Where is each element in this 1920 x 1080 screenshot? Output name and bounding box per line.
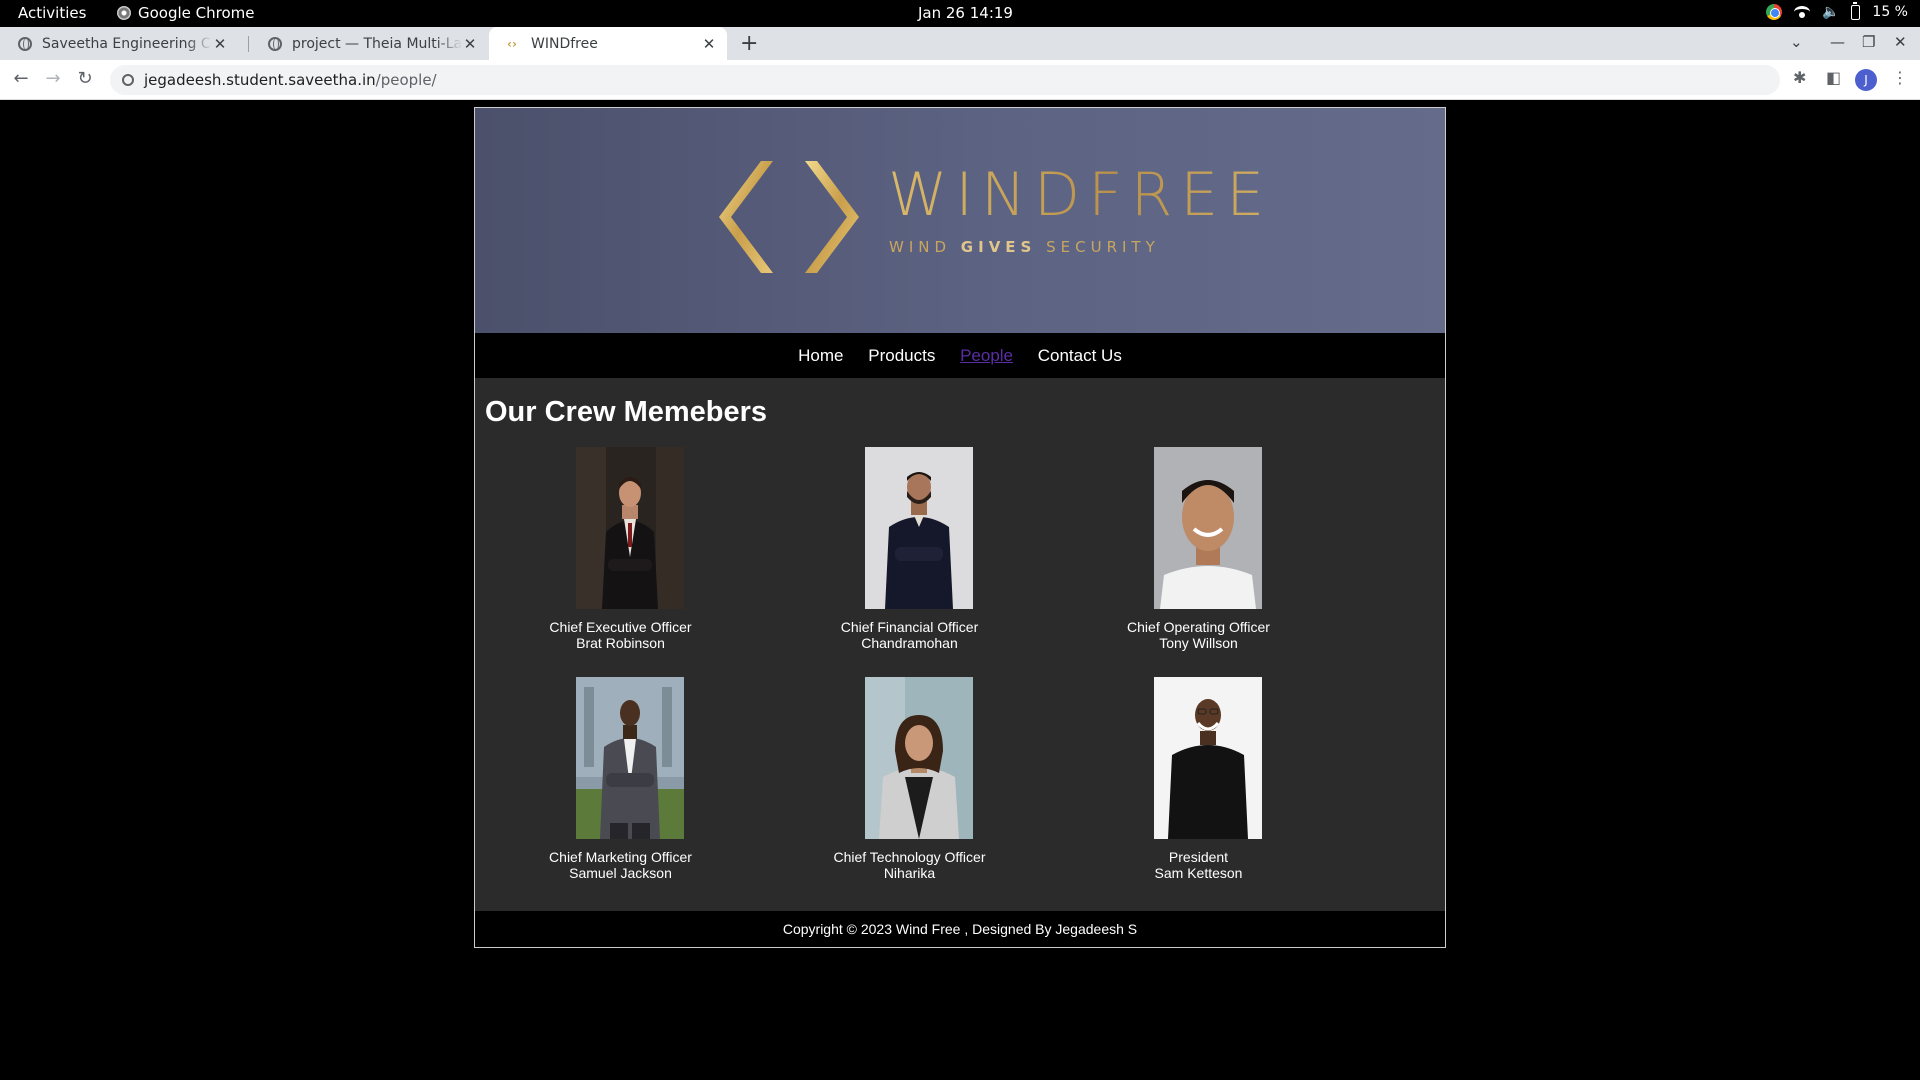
member-role: Chief Technology Officer [833,849,986,865]
battery-percent: 15 % [1872,4,1908,20]
page-title: Our Crew Memebers [485,396,768,428]
close-icon[interactable]: ✕ [701,35,717,53]
url-path: /people/ [375,71,437,89]
tab-title: WINDfree [531,35,598,52]
app-menu[interactable]: Google Chrome [117,4,255,22]
member-name: Chandramohan [861,635,958,651]
nav-home[interactable]: Home [798,346,843,365]
people-section: Our Crew Memebers Chief Executive Office… [475,378,1445,898]
globe-icon [268,36,282,51]
site-banner: WINDFREE WIND GIVES SECURITY [475,108,1445,333]
minimize-icon[interactable]: — [1830,33,1845,51]
member-name: Niharika [883,865,936,881]
member-name: Sam Ketteson [1154,865,1243,881]
activities-button[interactable]: Activities [18,4,86,22]
member-photo [864,677,973,839]
tab-search-icon[interactable]: ⌄ [1790,33,1803,51]
new-tab-icon[interactable]: + [740,31,758,56]
nav-people[interactable]: People [960,346,1013,365]
crew-card: President Sam Ketteson [1063,677,1352,881]
member-photo [1153,677,1262,839]
member-name: Tony Willson [1159,635,1238,651]
profile-avatar[interactable]: J [1855,69,1877,91]
crew-card: Chief Financial Officer Chandramohan [774,447,1063,651]
close-icon[interactable]: ✕ [462,35,478,53]
globe-icon [18,36,32,51]
volume-icon: 🔈 [1821,4,1840,20]
crew-grid: Chief Executive Officer Brat Robinson Ch… [485,447,1435,881]
member-photo [575,677,684,839]
member-role: Chief Financial Officer [840,619,979,635]
member-role: Chief Operating Officer [1127,619,1270,635]
member-name: Brat Robinson [576,635,665,651]
address-bar[interactable]: jegadeesh.student.saveetha.in/people/ [110,65,1780,95]
extensions-icon[interactable]: ✱ [1793,68,1806,87]
page-viewport: WINDFREE WIND GIVES SECURITY Home Produc… [0,100,1920,1080]
clock[interactable]: Jan 26 14:19 [918,4,1013,22]
member-role: Chief Marketing Officer [549,849,692,865]
tab-windfree[interactable]: ‹› WINDfree ✕ [489,27,727,60]
windfree-logo-mark [719,161,859,273]
system-tray[interactable]: 🔈 15 % [1765,1,1908,20]
member-role: Chief Executive Officer [549,619,692,635]
site-footer: Copyright © 2023 Wind Free , Designed By… [475,911,1445,947]
site-container: WINDFREE WIND GIVES SECURITY Home Produc… [474,107,1446,948]
tab-title: project — Theia Multi-Language [292,35,462,52]
tab-theia[interactable]: project — Theia Multi-Language ✕ [250,27,488,60]
close-window-icon[interactable]: ✕ [1894,33,1907,51]
site-info-icon[interactable] [122,74,134,86]
member-photo [1153,447,1262,609]
nav-contact-us[interactable]: Contact Us [1038,346,1122,365]
side-panel-icon[interactable]: ◧ [1826,68,1841,87]
tagline-mid: GIVES [960,238,1037,256]
member-photo [575,447,684,609]
chrome-app-icon [117,6,131,20]
battery-icon [1851,1,1861,20]
tab-strip: Saveetha Engineering College ✕ project —… [0,27,1920,60]
forward-icon[interactable]: → [42,68,64,89]
site-nav: Home Products People Contact Us [475,333,1445,378]
wifi-icon [1793,6,1810,18]
crew-card: Chief Executive Officer Brat Robinson [485,447,774,651]
os-top-bar: Activities Google Chrome Jan 26 14:19 🔈 … [0,0,1920,27]
crew-card: Chief Marketing Officer Samuel Jackson [485,677,774,881]
url-host: jegadeesh.student.saveetha.in [144,71,376,89]
close-icon[interactable]: ✕ [212,35,228,53]
crew-card: Chief Operating Officer Tony Willson [1063,447,1352,651]
nav-products[interactable]: Products [868,346,935,365]
tab-title: Saveetha Engineering College [42,35,212,52]
member-name: Samuel Jackson [569,865,672,881]
browser-toolbar: ← → ↻ jegadeesh.student.saveetha.in/peop… [0,60,1920,100]
back-icon[interactable]: ← [10,68,32,89]
logo-text: WINDFREE [888,160,1273,230]
member-photo [864,447,973,609]
app-name: Google Chrome [138,4,255,22]
tagline-left: WIND [889,238,961,256]
reload-icon[interactable]: ↻ [74,68,96,89]
member-role: President [1168,849,1229,865]
tagline-right: SECURITY [1036,238,1160,256]
tab-saveetha[interactable]: Saveetha Engineering College ✕ [0,27,238,60]
tab-separator [248,36,249,52]
windfree-favicon-icon: ‹› [507,36,517,51]
restore-icon[interactable]: ❐ [1862,33,1875,51]
menu-icon[interactable]: ⋮ [1892,68,1908,87]
chrome-tray-icon[interactable] [1765,4,1782,20]
crew-card: Chief Technology Officer Niharika [774,677,1063,881]
logo-tagline: WIND GIVES SECURITY [889,238,1160,256]
